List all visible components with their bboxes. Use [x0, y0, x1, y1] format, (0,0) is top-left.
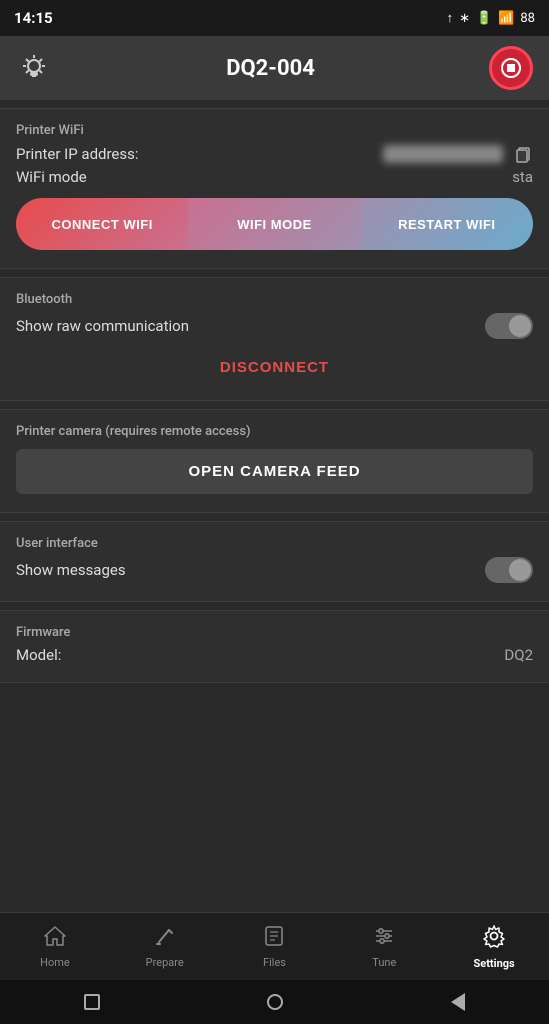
mode-label: WiFi mode [16, 168, 87, 186]
triangle-icon [451, 993, 465, 1011]
copy-icon[interactable] [513, 144, 533, 164]
home-button[interactable] [265, 992, 285, 1012]
upload-icon: ↑ [447, 10, 454, 26]
top-bar: DQ2-004 [0, 36, 549, 100]
square-icon [84, 994, 100, 1010]
main-content: Printer WiFi Printer IP address: WiFi mo… [0, 100, 549, 912]
connect-wifi-button[interactable]: CONNECT WIFI [16, 198, 188, 250]
messages-toggle[interactable] [485, 557, 533, 583]
status-time: 14:15 [14, 9, 53, 27]
battery-icon: 🔋 [476, 11, 492, 26]
nav-settings-label: Settings [474, 957, 515, 970]
wifi-section: Printer WiFi Printer IP address: WiFi mo… [0, 108, 549, 269]
nav-prepare-label: Prepare [146, 956, 184, 969]
nav-tune-label: Tune [372, 956, 396, 969]
ui-section-title: User interface [16, 536, 533, 551]
settings-icon [482, 924, 506, 954]
ui-section: User interface Show messages [0, 521, 549, 602]
firmware-section-title: Firmware [16, 625, 533, 640]
battery-percent: 88 [520, 11, 535, 26]
restart-wifi-button[interactable]: RESTART WIFI [361, 198, 533, 250]
camera-section: Printer camera (requires remote access) … [0, 409, 549, 513]
prepare-icon [154, 925, 176, 953]
nav-settings[interactable]: Settings [439, 916, 549, 978]
ip-blur [383, 145, 503, 163]
raw-comm-label: Show raw communication [16, 317, 189, 335]
home-icon [43, 925, 67, 953]
model-label: Model: [16, 646, 61, 664]
camera-section-title: Printer camera (requires remote access) [16, 424, 533, 439]
firmware-section: Firmware Model: DQ2 [0, 610, 549, 683]
nav-files-label: Files [263, 956, 286, 969]
raw-comm-toggle[interactable] [485, 313, 533, 339]
bluetooth-icon: ∗ [459, 11, 470, 26]
bluetooth-section-title: Bluetooth [16, 292, 533, 307]
nav-files[interactable]: Files [220, 917, 330, 977]
ip-label: Printer IP address: [16, 145, 139, 163]
back-button[interactable] [448, 992, 468, 1012]
mode-value: sta [512, 168, 533, 186]
android-nav-bar [0, 980, 549, 1024]
disconnect-button[interactable]: DISCONNECT [16, 349, 533, 386]
light-icon[interactable] [16, 50, 52, 86]
ip-row: Printer IP address: [16, 144, 533, 164]
messages-row: Show messages [16, 557, 533, 583]
status-bar: 14:15 ↑ ∗ 🔋 📶 88 [0, 0, 549, 36]
bluetooth-section: Bluetooth Show raw communication DISCONN… [0, 277, 549, 401]
nav-prepare[interactable]: Prepare [110, 917, 220, 977]
files-icon [263, 925, 285, 953]
raw-comm-row: Show raw communication [16, 313, 533, 339]
model-row: Model: DQ2 [16, 646, 533, 664]
page-title: DQ2-004 [52, 56, 489, 81]
nav-home-label: Home [40, 956, 70, 969]
wifi-section-title: Printer WiFi [16, 123, 533, 138]
recent-apps-button[interactable] [82, 992, 102, 1012]
tune-icon [373, 925, 395, 953]
open-camera-feed-button[interactable]: OPEN CAMERA FEED [16, 449, 533, 494]
wifi-mode-button[interactable]: WIFI MODE [188, 198, 360, 250]
wifi-status-icon: 📶 [498, 11, 514, 26]
messages-label: Show messages [16, 561, 126, 579]
bottom-nav: Home Prepare Files Tune Settings [0, 912, 549, 980]
stop-button[interactable] [489, 46, 533, 90]
nav-home[interactable]: Home [0, 917, 110, 977]
model-value: DQ2 [504, 646, 533, 664]
wifi-buttons-group: CONNECT WIFI WIFI MODE RESTART WIFI [16, 198, 533, 250]
nav-tune[interactable]: Tune [329, 917, 439, 977]
mode-row: WiFi mode sta [16, 168, 533, 186]
ip-value [383, 144, 533, 164]
status-icons: ↑ ∗ 🔋 📶 88 [447, 10, 535, 26]
circle-icon [267, 994, 283, 1010]
